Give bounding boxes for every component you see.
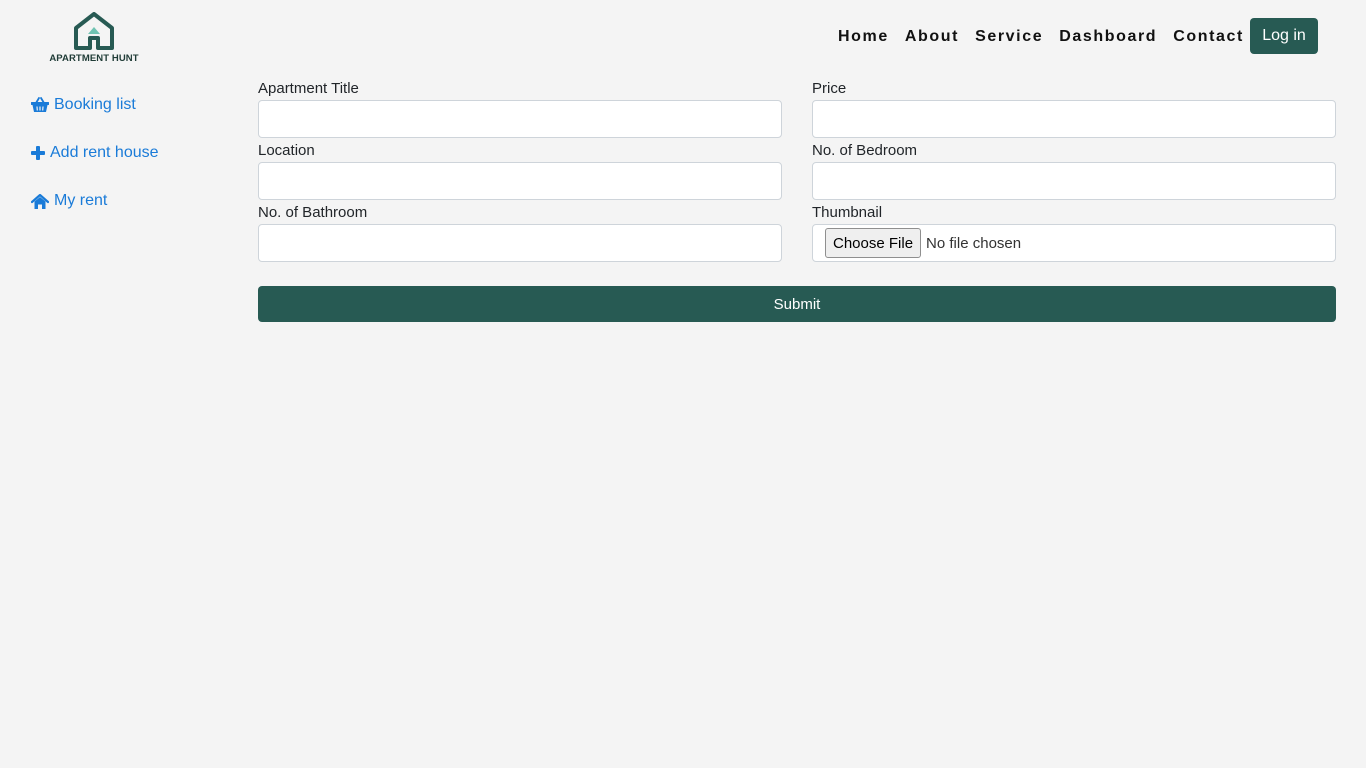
sidebar-item-label: Add rent house [50,144,159,161]
bathroom-field: No. of Bathroom [258,203,782,265]
location-field: Location [258,141,782,203]
bedroom-input[interactable] [812,162,1336,200]
plus-icon [31,146,45,160]
apartment-title-label: Apartment Title [258,80,359,97]
sidebar: Booking list Add rent house My rent [31,93,159,237]
apartment-title-field: Apartment Title [258,79,782,141]
apartment-title-input[interactable] [258,100,782,138]
sidebar-item-label: My rent [54,192,108,209]
form-row: Location No. of Bedroom [258,141,1336,203]
home-icon [31,193,49,209]
add-apartment-form: Apartment Title Price Location No. of Be… [258,79,1336,322]
price-field: Price [812,79,1336,141]
price-label: Price [812,80,847,97]
bedroom-field: No. of Bedroom [812,141,1336,203]
bedroom-label: No. of Bedroom [812,142,918,159]
price-input[interactable] [812,100,1336,138]
nav-home[interactable]: Home [838,28,889,46]
house-logo-icon [74,12,114,50]
sidebar-item-my-rent[interactable]: My rent [31,189,159,213]
nav-contact[interactable]: Contact [1173,28,1244,46]
location-label: Location [258,142,315,159]
nav-dashboard[interactable]: Dashboard [1059,28,1157,46]
nav-about[interactable]: About [905,28,959,46]
thumbnail-label: Thumbnail [812,204,883,221]
shopping-basket-icon [31,97,49,112]
choose-file-button[interactable]: Choose File [825,228,922,258]
thumbnail-field: Thumbnail Choose File No file chosen [812,203,1336,265]
bathroom-input[interactable] [258,224,782,262]
location-input[interactable] [258,162,782,200]
file-status-text: No file chosen [926,234,1022,252]
thumbnail-file-input[interactable]: Choose File No file chosen [812,224,1336,262]
sidebar-item-booking-list[interactable]: Booking list [31,93,159,117]
sidebar-item-label: Booking list [54,96,136,113]
sidebar-item-add-rent-house[interactable]: Add rent house [31,141,159,165]
form-row: Apartment Title Price [258,79,1336,141]
form-row: No. of Bathroom Thumbnail Choose File No… [258,203,1336,265]
nav-service[interactable]: Service [975,28,1043,46]
bathroom-label: No. of Bathroom [258,204,368,221]
brand-name: APARTMENT HUNT [49,53,139,64]
login-button[interactable]: Log in [1250,18,1318,54]
submit-button[interactable]: Submit [258,286,1336,322]
brand-logo[interactable]: APARTMENT HUNT [46,12,142,66]
main-nav: Home About Service Dashboard Contact [838,28,1260,46]
